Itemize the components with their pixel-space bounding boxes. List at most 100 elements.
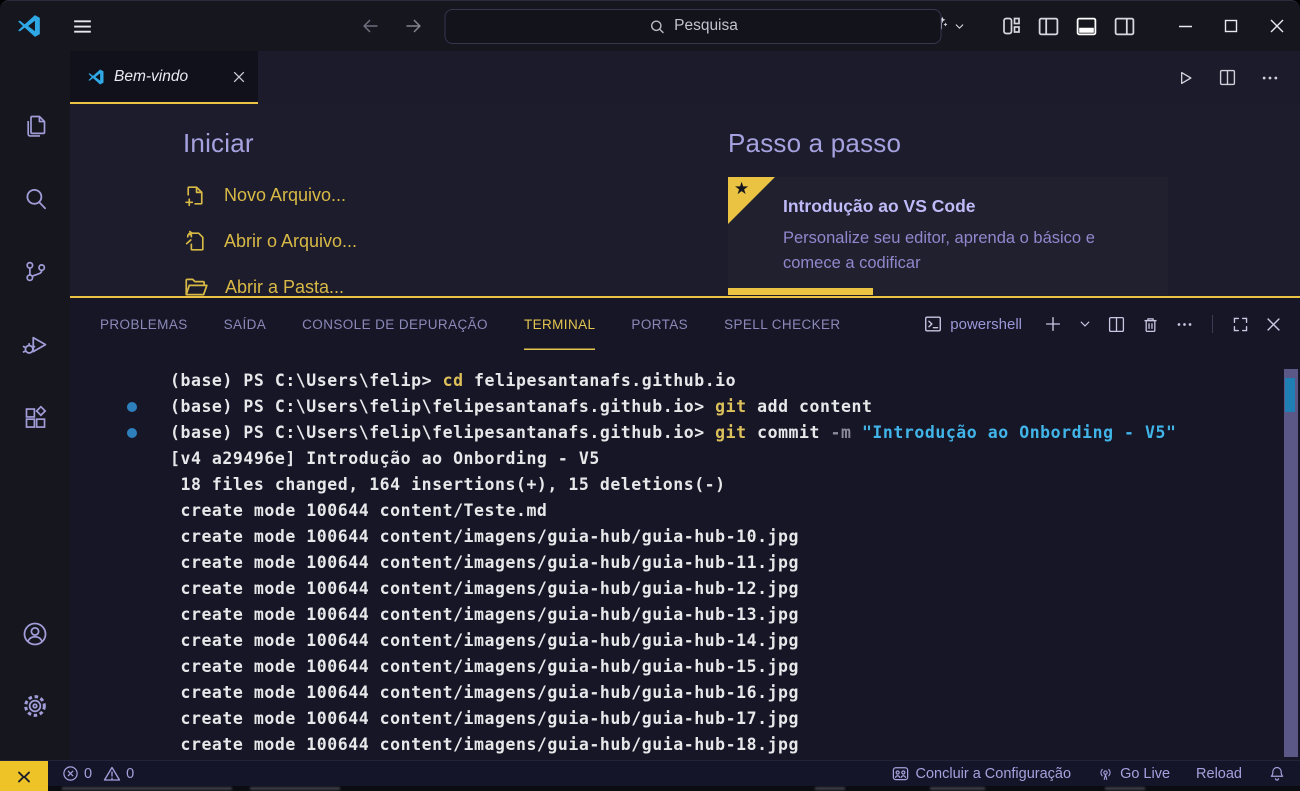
new-terminal-plus-icon[interactable] [1043, 314, 1063, 334]
terminal-line: create mode 100644 content/imagens/guia-… [70, 654, 1300, 680]
accounts-icon[interactable] [21, 620, 49, 648]
terminal-line: create mode 100644 content/imagens/guia-… [70, 550, 1300, 576]
command-center-search[interactable]: Pesquisa [445, 9, 942, 44]
error-icon [62, 765, 79, 782]
start-heading: Iniciar [183, 128, 583, 159]
terminal-line: [v4 a29496e] Introdução ao Onbording - V… [70, 446, 1300, 472]
go-live-label: Go Live [1120, 766, 1170, 782]
terminal-line: (base) PS C:\Users\felip\felipesantanafs… [70, 394, 1300, 420]
search-icon [648, 18, 665, 35]
terminal-scrollbar[interactable] [1284, 369, 1298, 757]
menu-hamburger-icon[interactable] [70, 14, 95, 39]
close-panel-icon[interactable] [1265, 316, 1282, 333]
walkthrough-progress-fill [728, 288, 873, 295]
explorer-icon[interactable] [21, 111, 49, 139]
divider [1212, 315, 1213, 333]
back-arrow-icon[interactable] [359, 14, 383, 38]
notifications-bell-icon[interactable] [1268, 765, 1286, 783]
new-file-link[interactable]: Novo Arquivo... [183, 179, 583, 211]
run-and-debug-icon[interactable] [21, 330, 49, 358]
panel-tab-console-depuracao[interactable]: CONSOLE DE DEPURAÇÃO [302, 298, 488, 350]
panel-tab-portas[interactable]: PORTAS [631, 298, 688, 350]
panel-header: PROBLEMAS SAÍDA CONSOLE DE DEPURAÇÃO TER… [70, 298, 1300, 350]
panel-tab-problemas[interactable]: PROBLEMAS [100, 298, 188, 350]
activity-bar [0, 51, 70, 760]
error-count: 0 [84, 766, 92, 782]
open-file-link[interactable]: Abrir o Arquivo... [183, 225, 583, 257]
open-folder-link[interactable]: Abrir a Pasta... [183, 271, 583, 296]
search-sidebar-icon[interactable] [21, 184, 49, 212]
go-live-item[interactable]: Go Live [1097, 765, 1170, 782]
terminal-shell-item[interactable]: powershell [923, 314, 1022, 334]
source-control-icon[interactable] [21, 257, 49, 285]
walkthrough-card[interactable]: ★ Introdução ao VS Code Personalize seu … [728, 177, 1168, 295]
terminal-line: (base) PS C:\Users\felip> cd felipesanta… [70, 368, 1300, 394]
panel-tab-terminal[interactable]: TERMINAL [524, 298, 595, 350]
welcome-page: Iniciar Novo Arquivo... Abri [70, 104, 1300, 296]
terminal-line: create mode 100644 content/imagens/guia-… [70, 524, 1300, 550]
minimize-button[interactable] [1162, 1, 1208, 51]
more-actions-ellipsis-icon[interactable] [1260, 68, 1280, 88]
close-tab-icon[interactable] [232, 70, 246, 84]
toggle-panel-icon[interactable] [1075, 15, 1098, 38]
warning-count: 0 [126, 766, 134, 782]
shell-label: powershell [950, 316, 1022, 333]
editor-tab-bar: Bem-vindo [70, 51, 1300, 104]
extensions-icon[interactable] [21, 403, 49, 431]
warning-icon [103, 765, 121, 783]
launch-profile-chevron-icon[interactable] [1078, 317, 1092, 331]
customize-layout-icon[interactable] [1000, 15, 1022, 37]
terminal-line: create mode 100644 content/imagens/guia-… [70, 576, 1300, 602]
run-file-button[interactable] [1175, 68, 1195, 88]
panel-tab-saida[interactable]: SAÍDA [224, 298, 267, 350]
walkthrough-title: Introdução ao VS Code [783, 196, 1148, 217]
reload-item[interactable]: Reload [1196, 766, 1242, 782]
terminal-line: create mode 100644 content/imagens/guia-… [70, 628, 1300, 654]
terminal-line: (base) PS C:\Users\felip\felipesantanafs… [70, 420, 1300, 446]
new-file-icon [183, 183, 208, 208]
vscode-tab-icon [87, 68, 105, 86]
title-bar: Pesquisa [0, 1, 1300, 51]
terminal-line: 18 files changed, 164 insertions(+), 15 … [70, 472, 1300, 498]
open-file-icon [183, 229, 208, 254]
problems-status[interactable]: 0 0 [62, 765, 134, 783]
terminal-line: create mode 100644 content/imagens/guia-… [70, 706, 1300, 732]
maximize-button[interactable] [1208, 1, 1254, 51]
reload-label: Reload [1196, 766, 1242, 782]
search-placeholder: Pesquisa [674, 17, 738, 35]
maximize-panel-icon[interactable] [1231, 315, 1250, 334]
walkthrough-description: Personalize seu editor, aprenda o básico… [783, 226, 1123, 276]
finish-setup-label: Concluir a Configuração [916, 766, 1072, 782]
clipped-window-edge [0, 786, 1300, 791]
forward-arrow-icon[interactable] [402, 14, 426, 38]
command-decoration-dot[interactable] [127, 402, 137, 412]
command-decoration-dot[interactable] [127, 428, 137, 438]
close-window-button[interactable] [1254, 1, 1300, 51]
split-terminal-icon[interactable] [1107, 315, 1126, 334]
finish-setup-item[interactable]: Concluir a Configuração [891, 764, 1072, 783]
walkthroughs-heading: Passo a passo [728, 128, 1188, 159]
tab-label: Bem-vindo [114, 68, 223, 86]
toggle-primary-sidebar-icon[interactable] [1037, 15, 1060, 38]
terminal-view[interactable]: (base) PS C:\Users\felip> cd felipesanta… [70, 350, 1300, 760]
accounts-people-icon [891, 764, 910, 783]
chevron-down-icon [953, 20, 966, 33]
status-bar: 0 0 Concluir a Configuração Go Live Relo… [0, 760, 1300, 786]
split-editor-icon[interactable] [1218, 68, 1237, 87]
toggle-secondary-sidebar-icon[interactable] [1113, 15, 1136, 38]
vscode-logo-icon [16, 13, 42, 39]
star-icon: ★ [734, 180, 749, 197]
panel-tab-spell-checker[interactable]: SPELL CHECKER [724, 298, 841, 350]
remote-indicator[interactable] [0, 761, 48, 791]
open-folder-icon [183, 274, 209, 296]
settings-gear-icon[interactable] [21, 692, 49, 720]
panel-more-ellipsis-icon[interactable] [1175, 315, 1194, 334]
start-link-label: Novo Arquivo... [224, 185, 346, 206]
terminal-line: create mode 100644 content/imagens/guia-… [70, 602, 1300, 628]
terminal-line: create mode 100644 content/Teste.md [70, 498, 1300, 524]
kill-terminal-trash-icon[interactable] [1141, 315, 1160, 334]
tab-bem-vindo[interactable]: Bem-vindo [70, 51, 258, 104]
terminal-prompt-icon [923, 314, 943, 334]
bottom-panel: PROBLEMAS SAÍDA CONSOLE DE DEPURAÇÃO TER… [70, 296, 1300, 760]
broadcast-icon [1097, 765, 1114, 782]
